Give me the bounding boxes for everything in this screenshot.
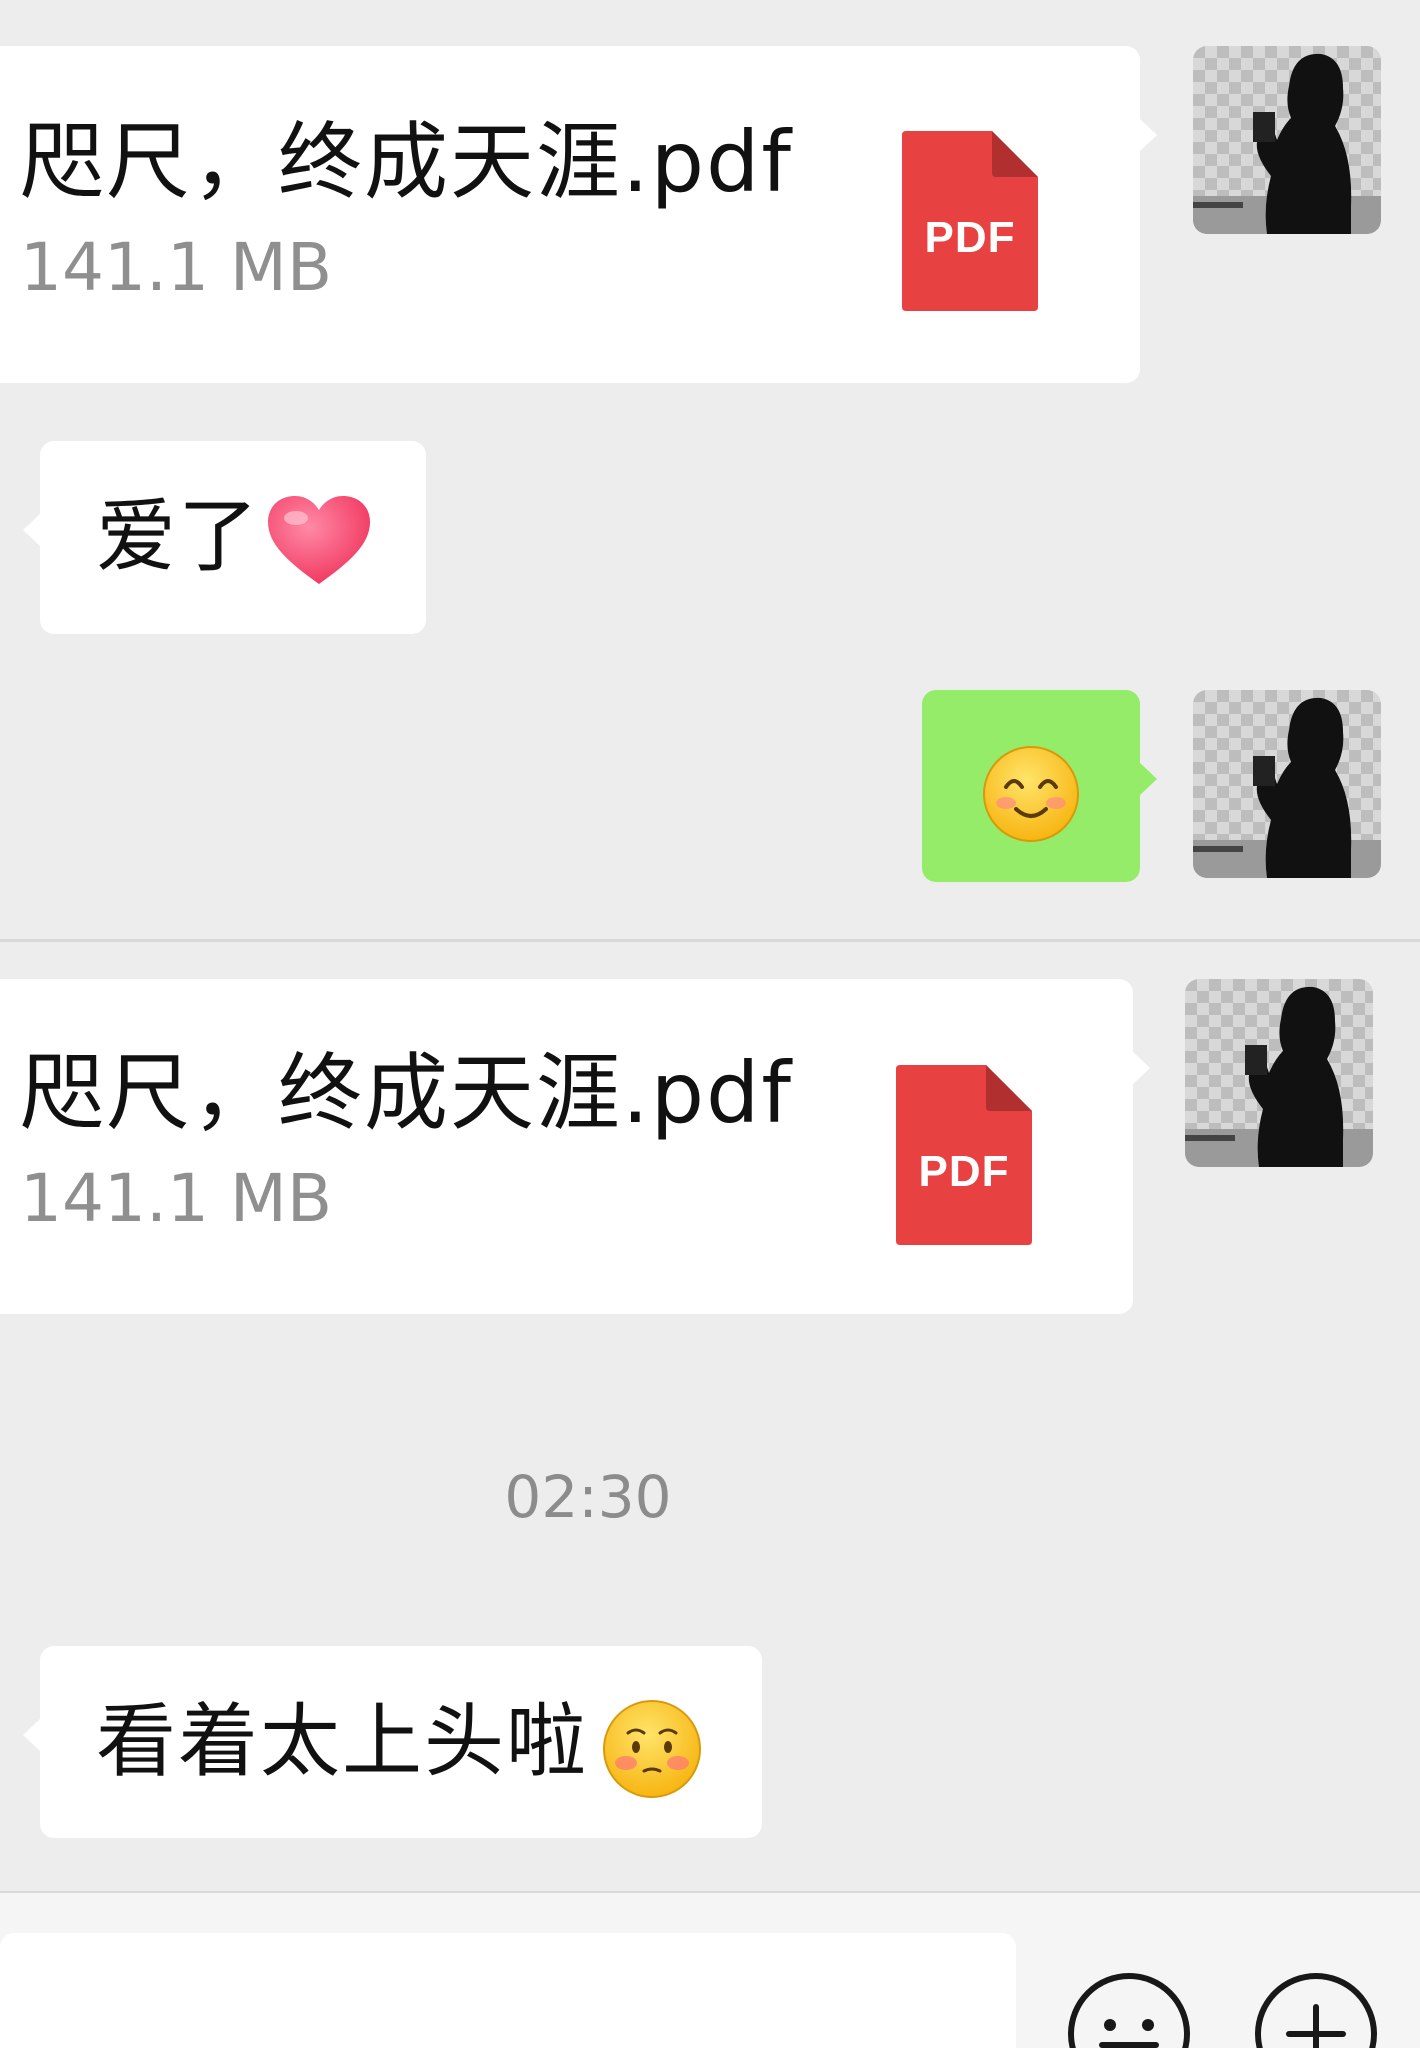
heart-emoji-icon <box>268 496 370 586</box>
file-size: 141.1 MB <box>20 229 333 306</box>
pdf-file-icon: PDF <box>902 131 1038 311</box>
emoji-icon <box>1099 2019 1159 2048</box>
more-button[interactable] <box>1255 1973 1377 2048</box>
file-size: 141.1 MB <box>20 1160 333 1237</box>
file-name: 咫尺，终成天涯.pdf <box>20 1044 793 1142</box>
text-message-bubble[interactable]: 看着太上头啦 <box>23 1646 762 1838</box>
chat-screen: 咫尺，终成天涯.pdf 141.1 MB PDF 爱了 咫尺，终成天涯.pdf … <box>0 0 1420 2048</box>
message-text: 爱了 <box>96 490 260 583</box>
file-message-bubble[interactable]: 咫尺，终成天涯.pdf 141.1 MB PDF <box>0 979 1150 1314</box>
emoji-button[interactable] <box>1068 1973 1190 2048</box>
emoji-message-bubble[interactable] <box>922 690 1157 882</box>
smiling-face-emoji-icon <box>982 745 1080 843</box>
chat-timestamp: 02:30 <box>504 1463 672 1531</box>
avatar[interactable] <box>1193 690 1381 878</box>
section-divider <box>0 939 1420 942</box>
message-input[interactable] <box>0 1933 1016 2048</box>
avatar[interactable] <box>1185 979 1373 1167</box>
blushing-face-emoji-icon <box>602 1699 702 1799</box>
message-text: 看着太上头啦 <box>96 1695 588 1788</box>
pdf-file-type-label: PDF <box>924 213 1016 262</box>
plus-icon <box>1286 2004 1346 2048</box>
avatar[interactable] <box>1193 46 1381 234</box>
text-message-bubble[interactable]: 爱了 <box>23 441 426 634</box>
message-input-bar <box>0 1893 1420 2048</box>
pdf-file-type-label: PDF <box>918 1147 1010 1196</box>
pdf-file-icon: PDF <box>896 1065 1032 1245</box>
file-message-bubble[interactable]: 咫尺，终成天涯.pdf 141.1 MB PDF <box>0 46 1157 383</box>
file-name: 咫尺，终成天涯.pdf <box>20 113 793 211</box>
